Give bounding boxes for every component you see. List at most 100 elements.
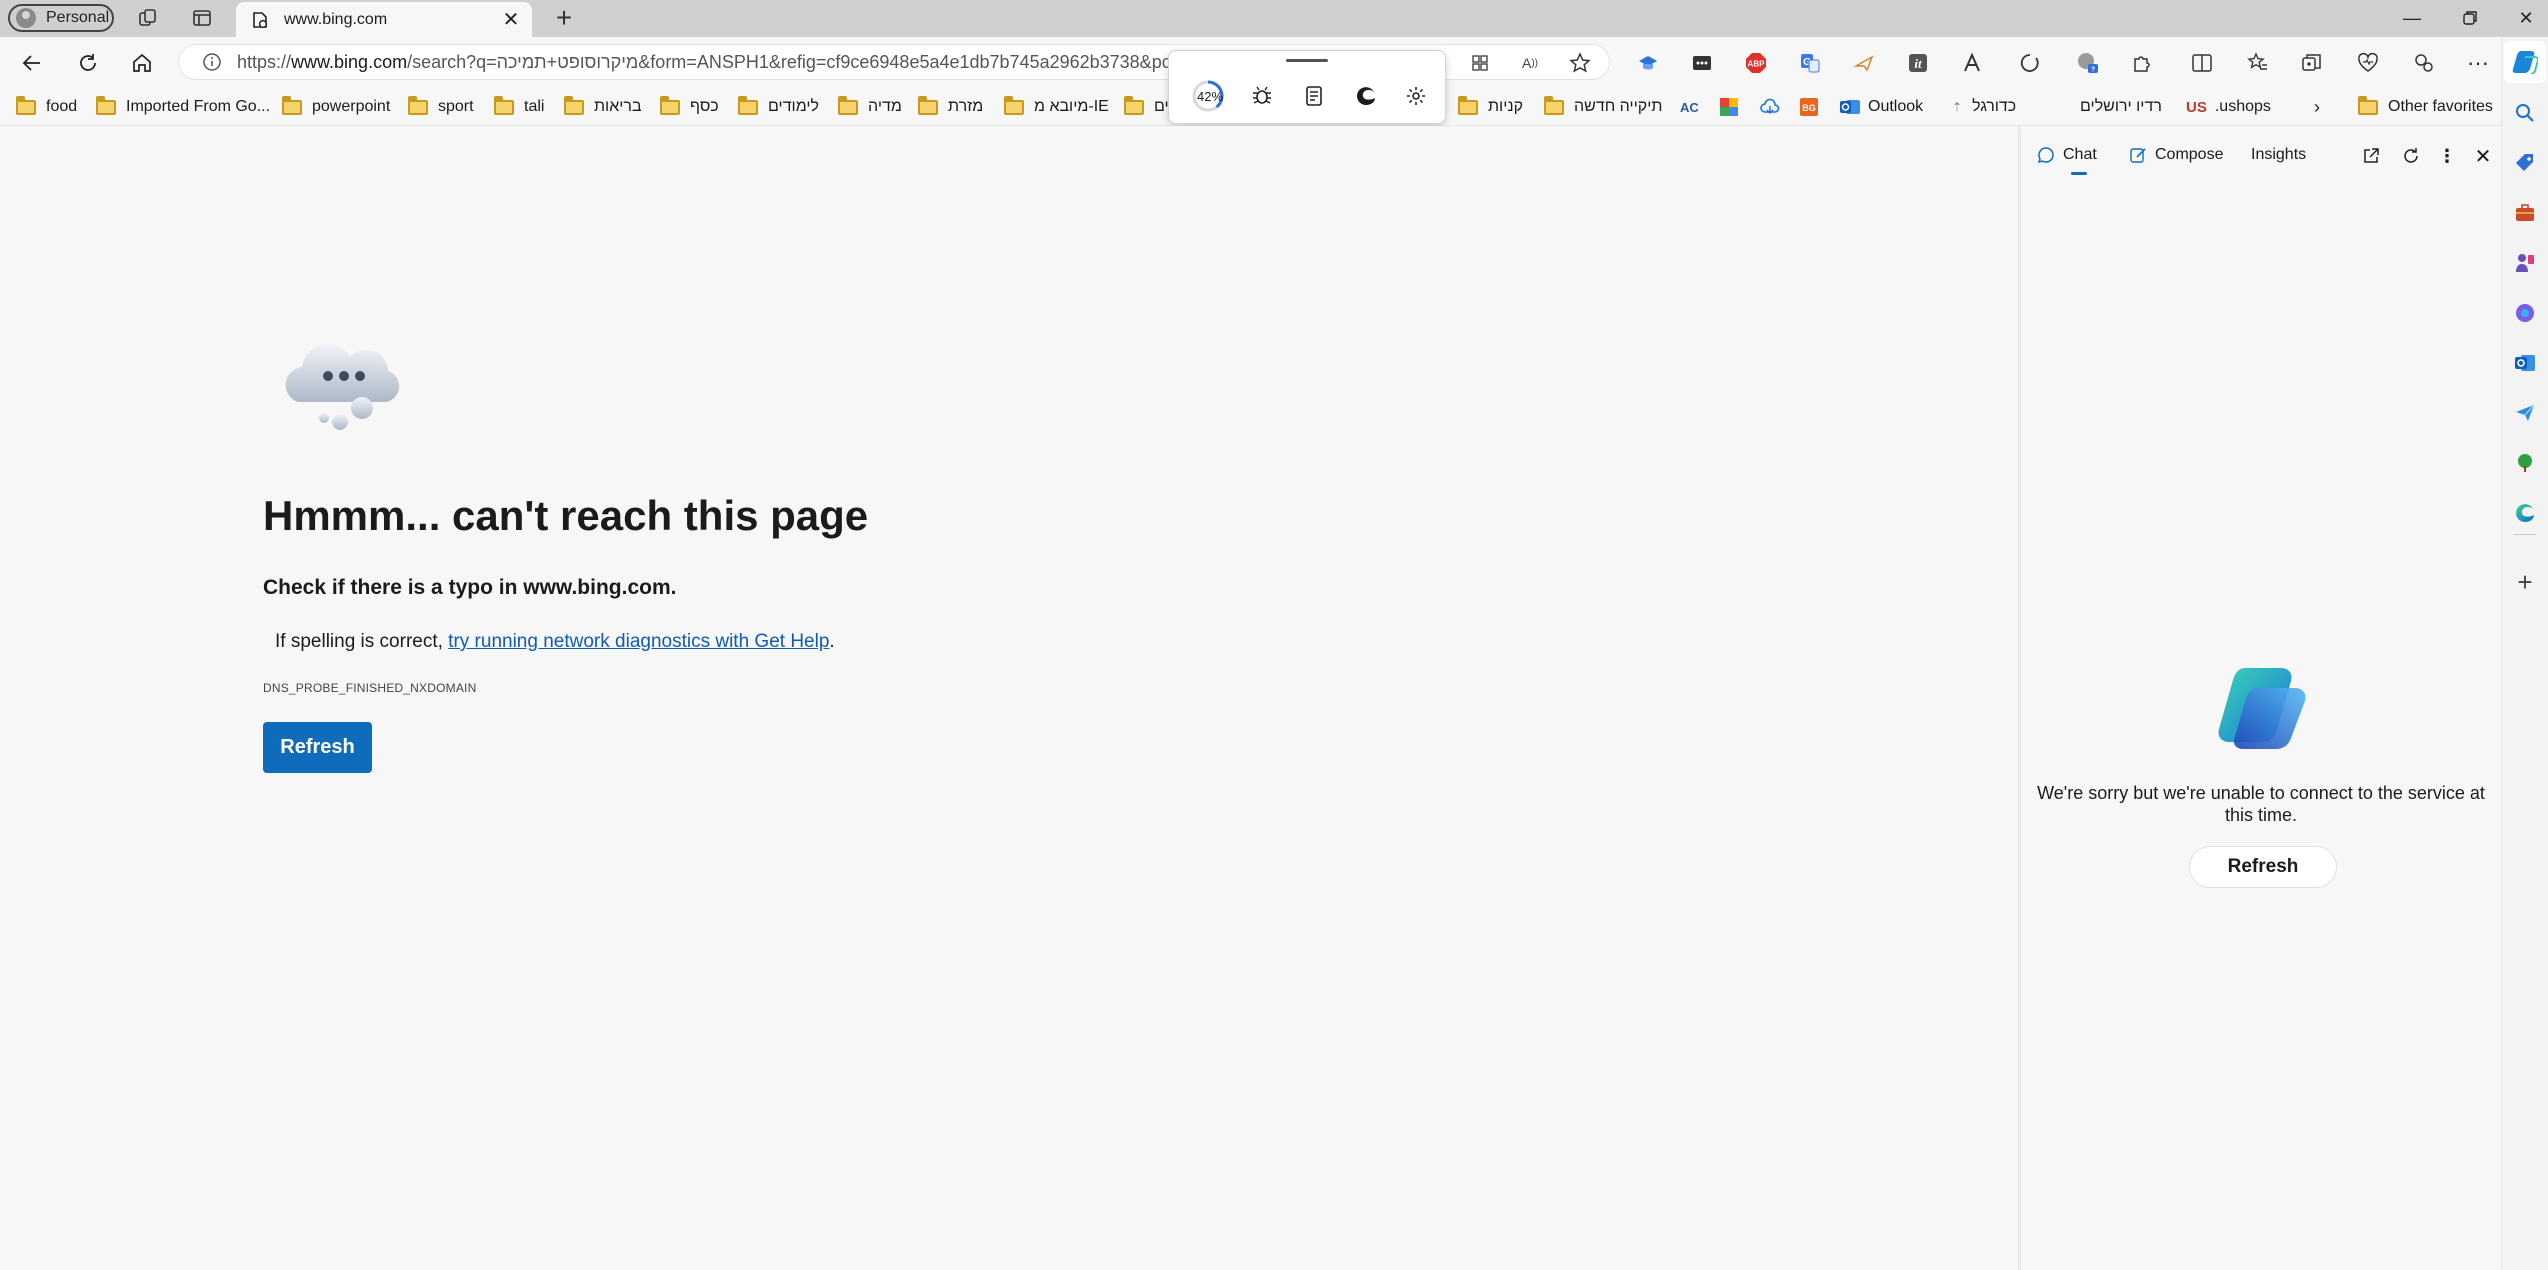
favorite-folder-tali[interactable]: tali xyxy=(494,95,544,118)
favorite-folder-shopping[interactable]: קניות xyxy=(1458,95,1523,118)
favorite-folder-partial[interactable]: ים xyxy=(1124,95,1169,118)
folder-icon xyxy=(282,95,302,115)
minimize-icon[interactable]: — xyxy=(2400,6,2424,30)
svg-text:it: it xyxy=(1914,56,1922,71)
favorite-folder-studies[interactable]: לימודים xyxy=(738,95,819,118)
favorite-folder-media[interactable]: מדיה xyxy=(838,95,902,118)
favorite-radio-jerusalem[interactable]: רדיו ירושלים xyxy=(2080,96,2162,118)
folder-icon xyxy=(1544,95,1564,115)
microsoft365-icon[interactable] xyxy=(2510,298,2540,328)
favorite-folder-new[interactable]: תיקייה חדשה xyxy=(1544,95,1662,118)
toolbar-settings-icon[interactable] xyxy=(1399,79,1433,113)
tab-active[interactable]: www.bing.com ✕ xyxy=(236,2,532,37)
extension-dots-icon[interactable] xyxy=(1688,49,1716,77)
extension-chat-badge-icon[interactable]: ? xyxy=(2074,49,2102,77)
favorite-star-icon[interactable] xyxy=(1566,49,1594,77)
outlook-icon[interactable] xyxy=(2510,348,2540,378)
add-sidebar-app-icon[interactable]: + xyxy=(2510,567,2540,597)
favorite-football[interactable]: ⇡ כדורגל xyxy=(1952,96,2016,118)
tree-icon[interactable] xyxy=(2510,448,2540,478)
favorite-folder-other[interactable]: Other favorites xyxy=(2358,95,2493,118)
browser-essentials-icon[interactable] xyxy=(2354,49,2382,77)
favorite-folder-powerpoint[interactable]: powerpoint xyxy=(282,95,390,118)
panel-close-icon[interactable]: ✕ xyxy=(2471,144,2495,168)
site-info-icon[interactable] xyxy=(201,51,223,73)
favorites-list-icon[interactable] xyxy=(2244,49,2272,77)
panel-refresh-icon[interactable] xyxy=(2399,144,2423,168)
new-tab-icon[interactable]: + xyxy=(550,4,578,32)
network-diagnostics-link[interactable]: try running network diagnostics with Get… xyxy=(448,631,829,652)
favorite-folder-food[interactable]: food xyxy=(16,95,77,118)
back-icon[interactable] xyxy=(18,49,46,77)
extension-cap-icon[interactable] xyxy=(1634,49,1662,77)
favorite-grid-icon[interactable] xyxy=(1720,96,1738,118)
reload-icon[interactable] xyxy=(74,49,102,77)
error-hint: If spelling is correct, try running netw… xyxy=(275,631,835,652)
more-favorites-chevron-icon[interactable]: › xyxy=(2314,96,2320,118)
copilot-logo-icon xyxy=(2218,668,2306,749)
extension-airplane-icon[interactable] xyxy=(1850,49,1878,77)
favorite-ushops[interactable]: US .ushops xyxy=(2186,96,2271,118)
compose-icon xyxy=(2129,146,2147,164)
edge-logo-icon[interactable] xyxy=(1349,79,1383,113)
performance-icon[interactable] xyxy=(2410,49,2438,77)
open-in-new-tab-icon[interactable] xyxy=(2359,144,2383,168)
us-logo-icon: US xyxy=(2186,98,2207,116)
floating-toolbar: 42% xyxy=(1168,50,1446,124)
profile-button[interactable]: Personal xyxy=(8,4,114,32)
collections-icon[interactable] xyxy=(2298,49,2326,77)
favorite-folder-sport[interactable]: sport xyxy=(408,95,474,118)
drop-send-icon[interactable] xyxy=(2510,398,2540,428)
error-code: DNS_PROBE_FINISHED_NXDOMAIN xyxy=(263,681,477,695)
settings-more-icon[interactable]: ··· xyxy=(2464,49,2492,77)
url-text: https://www.bing.com/search?q=מיקרוסופט+… xyxy=(237,51,1182,72)
favorite-folder-imported[interactable]: Imported From Go... xyxy=(96,95,270,118)
close-window-icon[interactable]: ✕ xyxy=(2514,6,2538,30)
favorite-folder-mazrat[interactable]: מזרת xyxy=(918,95,983,118)
games-icon[interactable] xyxy=(2510,248,2540,278)
read-aloud-icon[interactable]: A)) xyxy=(1516,49,1544,77)
search-icon[interactable] xyxy=(2510,98,2540,128)
tab-chat[interactable]: Chat xyxy=(2037,146,2097,164)
folder-icon xyxy=(1124,95,1144,115)
tab-insights[interactable]: Insights xyxy=(2251,146,2306,164)
panel-refresh-button[interactable]: Refresh xyxy=(2189,846,2337,888)
shopping-tag-icon[interactable] xyxy=(2510,148,2540,178)
avatar-icon xyxy=(16,8,36,28)
zoom-indicator[interactable]: 42% xyxy=(1191,79,1225,113)
tab-compose[interactable]: Compose xyxy=(2129,146,2223,164)
favorite-outlook[interactable]: Outlook xyxy=(1840,96,1923,118)
favorite-folder-ie-import[interactable]: מיובא מ-IE xyxy=(1004,95,1109,118)
favorite-folder-health[interactable]: בריאות xyxy=(564,95,642,118)
favorite-bg-icon[interactable]: BG xyxy=(1800,96,1818,118)
folder-icon xyxy=(838,95,858,115)
folder-icon xyxy=(738,95,758,115)
extensions-puzzle-icon[interactable] xyxy=(2128,49,2156,77)
copilot-sidebar-icon[interactable] xyxy=(2510,47,2540,77)
notes-icon[interactable] xyxy=(1297,79,1331,113)
favorite-ac-icon[interactable]: AC xyxy=(1680,96,1702,118)
workspaces-icon[interactable] xyxy=(136,6,160,30)
extension-a-icon[interactable] xyxy=(1958,49,1986,77)
folder-icon xyxy=(1004,95,1024,115)
error-page: Hmmm... can't reach this page Check if t… xyxy=(0,126,2019,1270)
drag-handle[interactable] xyxy=(1286,59,1328,62)
refresh-button[interactable]: Refresh xyxy=(263,722,372,773)
tools-briefcase-icon[interactable] xyxy=(2510,198,2540,228)
home-icon[interactable] xyxy=(128,49,156,77)
translate-icon[interactable]: G xyxy=(1796,49,1824,77)
edge-sidebar-logo-icon[interactable] xyxy=(2510,498,2540,528)
app-available-icon[interactable] xyxy=(1466,49,1494,77)
panel-more-icon[interactable]: ⋮ xyxy=(2435,144,2459,168)
folder-icon xyxy=(96,95,116,115)
extension-it-icon[interactable]: it xyxy=(1904,49,1932,77)
extension-loader-icon[interactable] xyxy=(2016,49,2044,77)
bug-icon[interactable] xyxy=(1245,79,1279,113)
restore-icon[interactable] xyxy=(2458,6,2482,30)
split-screen-icon[interactable] xyxy=(2188,49,2216,77)
close-tab-icon[interactable]: ✕ xyxy=(500,8,522,31)
favorite-cloud-icon[interactable] xyxy=(1760,96,1780,118)
favorite-folder-money[interactable]: כסף xyxy=(660,95,719,118)
tab-actions-icon[interactable] xyxy=(190,6,214,30)
adblock-icon[interactable]: ABP xyxy=(1742,49,1770,77)
